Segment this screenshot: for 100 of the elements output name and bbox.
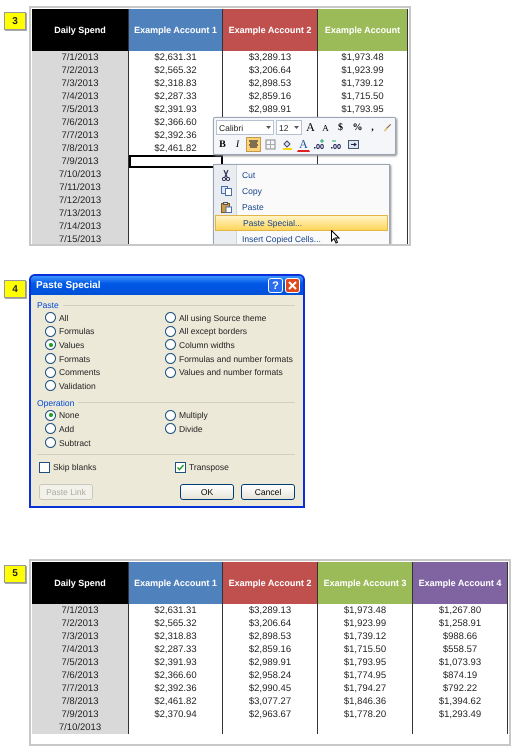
- menu-item[interactable]: Paste Special...: [215, 215, 388, 231]
- amount-cell: $1,715.50: [318, 90, 408, 103]
- clipboard-icon: [220, 202, 232, 212]
- option-label: Add: [59, 424, 74, 434]
- radio-button[interactable]: [45, 326, 56, 337]
- font-color-button[interactable]: A: [297, 137, 310, 152]
- column-header: Example Account 1: [129, 9, 223, 51]
- menu-item[interactable]: Copy: [215, 183, 388, 199]
- amount-cell: $2,287.33: [129, 90, 223, 103]
- amount-cell: $1,846.36: [318, 694, 413, 708]
- radio-button[interactable]: [45, 353, 56, 364]
- help-button[interactable]: ?: [268, 278, 283, 293]
- amount-cell: $2,392.36: [129, 682, 223, 695]
- amount-cell: $2,366.60: [129, 668, 223, 682]
- amount-cell: $1,715.50: [318, 642, 413, 656]
- amount-cell: $2,391.93: [129, 656, 223, 669]
- dropdown-field[interactable]: Calibri: [216, 120, 274, 135]
- toolbar-button[interactable]: [312, 137, 327, 152]
- amount-cell: $2,631.31: [129, 604, 223, 617]
- column-header: Daily Spend: [32, 9, 129, 51]
- column-header: Example Account 2: [223, 9, 318, 51]
- close-button[interactable]: [285, 278, 300, 293]
- amount-cell: $2,391.93: [129, 103, 223, 116]
- shrink-font-button[interactable]: A: [319, 120, 332, 135]
- date-cell: 7/5/2013: [32, 103, 129, 116]
- amount-cell: $1,794.27: [318, 682, 413, 695]
- dropdown-field[interactable]: 12: [276, 120, 302, 135]
- option-label: Formulas and number formats: [179, 354, 293, 364]
- amount-cell: $1,739.12: [318, 77, 408, 90]
- radio-button[interactable]: [45, 312, 56, 324]
- amount-cell: $1,293.49: [413, 708, 508, 721]
- option-label: Comments: [59, 367, 100, 378]
- checkbox[interactable]: [39, 462, 50, 473]
- active-cell[interactable]: [129, 155, 223, 168]
- currency-button[interactable]: $: [334, 120, 347, 135]
- amount-cell: $2,461.82: [129, 694, 223, 708]
- column-header: Daily Spend: [32, 562, 129, 604]
- amount-cell: $2,898.53: [223, 630, 318, 643]
- date-cell: 7/10/2013: [32, 168, 129, 181]
- group-label: Paste: [37, 300, 59, 310]
- step-badge: 5: [4, 564, 26, 583]
- radio-button[interactable]: [45, 380, 56, 392]
- radio-button[interactable]: [45, 410, 56, 421]
- radio-button[interactable]: [45, 437, 56, 448]
- amount-cell: $1,739.12: [318, 630, 413, 643]
- amount-cell: $2,318.83: [129, 77, 223, 90]
- option-label: All except borders: [179, 326, 248, 336]
- amount-cell: $2,963.67: [223, 708, 318, 721]
- radio-button[interactable]: [165, 312, 176, 324]
- radio-button[interactable]: [165, 353, 176, 364]
- radio-button[interactable]: [165, 339, 176, 350]
- italic-button[interactable]: I: [231, 137, 244, 152]
- date-cell: 7/12/2013: [32, 194, 129, 207]
- amount-cell: $1,073.93: [413, 656, 508, 669]
- amount-cell: $1,923.99: [318, 64, 408, 77]
- toolbar-button[interactable]: [346, 137, 361, 152]
- date-cell: 7/10/2013: [32, 720, 129, 734]
- column-header: Example Account: [318, 9, 408, 51]
- amount-cell: $2,370.94: [129, 708, 223, 721]
- radio-button[interactable]: [45, 339, 56, 350]
- date-cell: 7/4/2013: [32, 90, 129, 103]
- format-button[interactable]: %: [351, 120, 364, 135]
- checkbox[interactable]: [175, 462, 186, 473]
- amount-cell: $1,778.20: [318, 708, 413, 721]
- amount-cell: $1,793.95: [318, 103, 408, 116]
- radio-button[interactable]: [45, 366, 56, 378]
- align-center-icon: [248, 139, 259, 150]
- date-cell: 7/14/2013: [32, 220, 129, 233]
- toolbar-button[interactable]: [246, 137, 261, 152]
- brush-icon: [383, 122, 392, 133]
- amount-cell: $1,267.80: [413, 604, 508, 617]
- amount-cell: $2,990.45: [223, 682, 318, 695]
- copy-icon: [220, 186, 232, 196]
- format-button[interactable]: ,: [366, 120, 379, 135]
- radio-button[interactable]: [165, 326, 176, 337]
- radio-button[interactable]: [165, 410, 176, 421]
- checkbox-label: Transpose: [189, 462, 229, 472]
- column-header: Example Account 2: [223, 562, 318, 604]
- amount-cell: $558.57: [413, 642, 508, 656]
- option-label: None: [59, 410, 80, 420]
- amount-cell: $2,989.91: [223, 656, 318, 669]
- amount-cell: $2,989.91: [223, 103, 318, 116]
- date-cell: 7/1/2013: [32, 604, 129, 617]
- radio-button[interactable]: [165, 423, 176, 434]
- option-label: Formulas: [59, 326, 94, 336]
- dialog-button[interactable]: Cancel: [241, 484, 295, 500]
- radio-button[interactable]: [45, 423, 56, 434]
- amount-cell: $1,793.95: [318, 656, 413, 669]
- close-icon: [288, 281, 297, 290]
- radio-button[interactable]: [165, 366, 176, 378]
- menu-item[interactable]: Insert Copied Cells...: [215, 231, 388, 244]
- option-label: Validation: [59, 380, 96, 391]
- date-cell: 7/1/2013: [32, 51, 129, 64]
- dialog-button[interactable]: OK: [180, 484, 234, 500]
- grow-font-button[interactable]: A: [304, 120, 317, 135]
- borders-icon: [265, 139, 276, 150]
- caret-icon: [266, 126, 271, 129]
- menu-item[interactable]: Cut: [215, 167, 388, 183]
- option-label: Subtract: [59, 438, 91, 448]
- menu-item[interactable]: Paste: [215, 199, 388, 215]
